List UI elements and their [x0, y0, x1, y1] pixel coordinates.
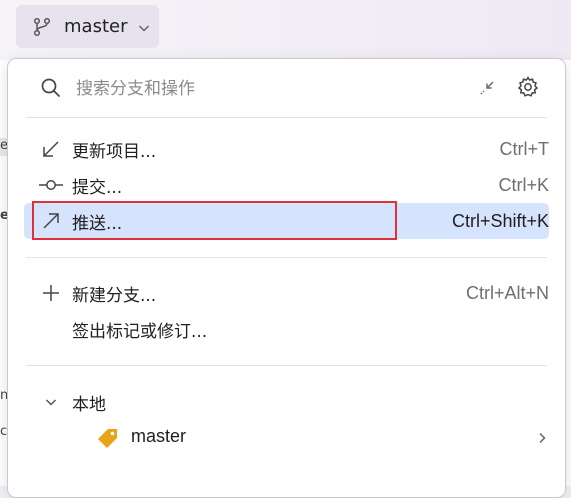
action-shortcut: Ctrl+T [499, 138, 550, 159]
action-checkout-tag-or-revision[interactable]: 签出标记或修订... [24, 311, 549, 347]
action-label: 提交... [72, 177, 123, 198]
action-commit[interactable]: 提交... Ctrl+K [24, 167, 549, 203]
tag-icon [96, 427, 120, 449]
annotation-highlight-box [32, 201, 397, 240]
action-shortcut: Ctrl+Alt+N [465, 282, 549, 303]
git-branches-popup: 更新项目... Ctrl+T 提交... Ctrl+K 推送... Ctrl+S… [7, 58, 566, 498]
branch-switcher-button[interactable]: master [16, 5, 159, 48]
action-shortcut: Ctrl+Shift+K [451, 210, 549, 231]
section-local-header[interactable]: 本地 [24, 383, 549, 419]
current-branch-label: master [64, 16, 128, 37]
divider [26, 117, 547, 118]
action-shortcut: Ctrl+K [498, 174, 549, 195]
action-label: 更新项目... [72, 141, 157, 162]
search-input[interactable] [74, 74, 458, 104]
update-arrow-icon [38, 139, 64, 159]
collapse-icon[interactable] [477, 78, 497, 98]
branch-name: master [131, 426, 187, 446]
action-label: 签出标记或修订... [72, 321, 208, 342]
chevron-down-icon [137, 20, 151, 34]
gear-icon[interactable] [516, 75, 540, 99]
chevron-down-icon [44, 394, 58, 408]
action-update-project[interactable]: 更新项目... Ctrl+T [24, 131, 549, 167]
divider [26, 365, 547, 366]
local-branch-item[interactable]: master [24, 419, 549, 455]
plus-icon [38, 283, 64, 303]
git-branch-icon [32, 17, 52, 37]
search-icon [40, 77, 62, 99]
chevron-right-icon [535, 430, 549, 444]
divider [26, 257, 547, 258]
action-new-branch[interactable]: 新建分支... Ctrl+Alt+N [24, 275, 549, 311]
search-row [8, 59, 565, 117]
commit-icon [38, 175, 64, 195]
section-label: 本地 [72, 395, 106, 415]
action-label: 新建分支... [72, 285, 157, 306]
